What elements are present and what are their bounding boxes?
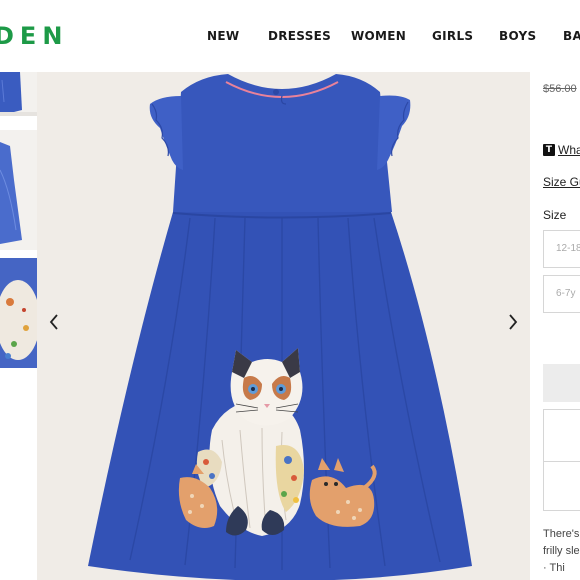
nav-item-dresses[interactable]: DRESSES: [268, 29, 331, 43]
size-option[interactable]: 6-7y: [543, 275, 580, 313]
divider: [544, 461, 580, 462]
delivery-options-box[interactable]: [543, 409, 580, 511]
thumbnail-1[interactable]: [0, 72, 37, 116]
thumbnail-3[interactable]: [0, 258, 37, 386]
nav-item-girls[interactable]: GIRLS: [432, 29, 473, 43]
size-label: Size: [543, 208, 567, 222]
dress-illustration: [88, 74, 472, 580]
thumbnail-strip: [0, 72, 37, 580]
t-badge-icon: T: [543, 144, 555, 156]
size-option-label: 6-7y: [556, 288, 576, 299]
site-header: DEN NEW DRESSES WOMEN GIRLS BOYS BA: [0, 0, 580, 72]
chevron-right-icon: [509, 314, 518, 330]
product-details-panel: $56.00 T Wha Size Gu Size 12-18 6-7y The…: [530, 72, 580, 580]
nav-item-boys[interactable]: BOYS: [499, 29, 536, 43]
nav-item-baby[interactable]: BA: [563, 29, 580, 43]
chevron-left-icon: [49, 314, 58, 330]
add-to-bag-button[interactable]: [543, 364, 580, 402]
product-description: There's frilly sle · Thi: [543, 526, 580, 577]
size-option-label: 12-18: [556, 243, 580, 254]
thumbnail-2[interactable]: [0, 130, 37, 250]
description-line: · Thi: [543, 562, 565, 574]
original-price: $56.00: [543, 83, 577, 95]
description-line: frilly sle: [543, 545, 580, 557]
description-line: There's: [543, 528, 580, 540]
tag-row: T Wha: [543, 143, 580, 157]
main-nav: NEW DRESSES WOMEN GIRLS BOYS BA: [0, 29, 580, 45]
prev-image-button[interactable]: [44, 310, 64, 334]
next-image-button[interactable]: [503, 310, 523, 334]
nav-item-new[interactable]: NEW: [207, 29, 239, 43]
nav-item-women[interactable]: WOMEN: [351, 29, 406, 43]
size-option[interactable]: 12-18: [543, 230, 580, 268]
size-guide-link[interactable]: Size Gu: [543, 175, 580, 189]
tag-link[interactable]: Wha: [558, 143, 580, 157]
main-product-image[interactable]: [37, 72, 530, 580]
